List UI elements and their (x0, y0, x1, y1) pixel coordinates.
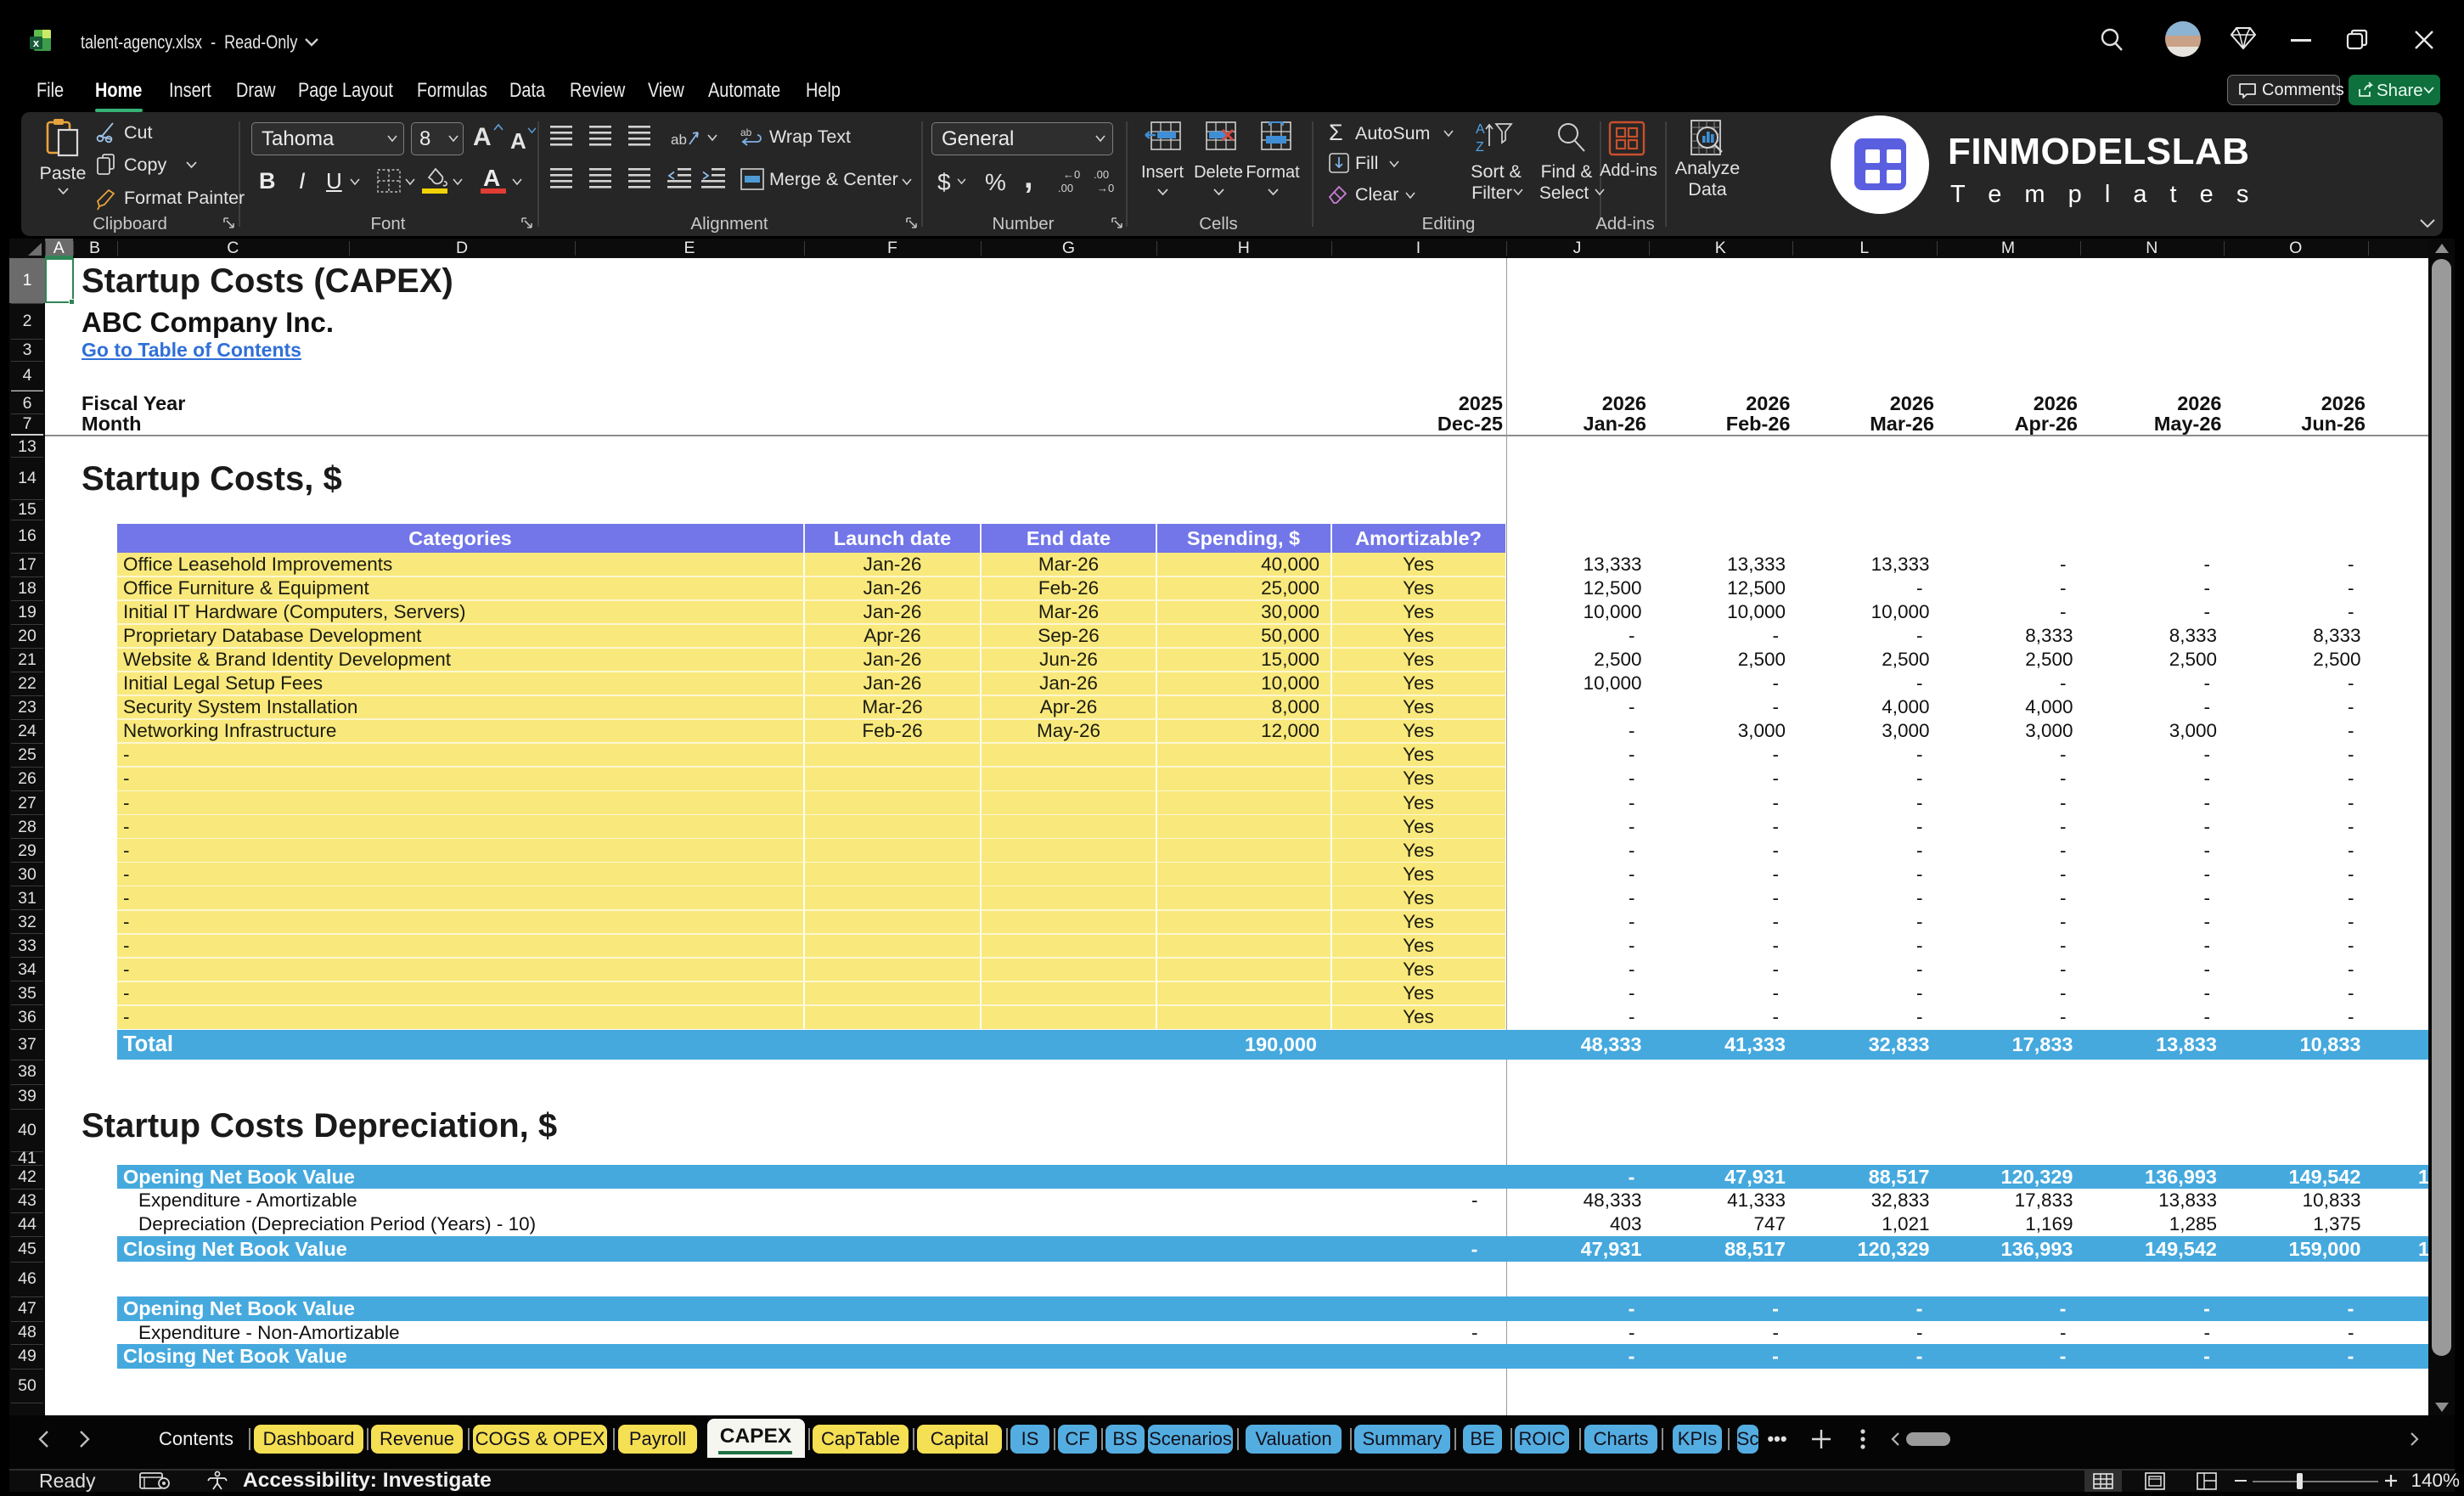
svg-text:.00: .00 (1058, 182, 1073, 194)
svg-text:x: x (33, 37, 40, 49)
svg-text:ab: ab (740, 127, 752, 138)
svg-text:ab: ab (671, 132, 687, 148)
svg-text:→0: →0 (1097, 182, 1114, 194)
svg-text:←0: ←0 (1063, 168, 1080, 181)
svg-text:Z: Z (1476, 140, 1484, 155)
svg-text:A: A (1476, 122, 1485, 137)
svg-text:.00: .00 (1094, 168, 1109, 181)
